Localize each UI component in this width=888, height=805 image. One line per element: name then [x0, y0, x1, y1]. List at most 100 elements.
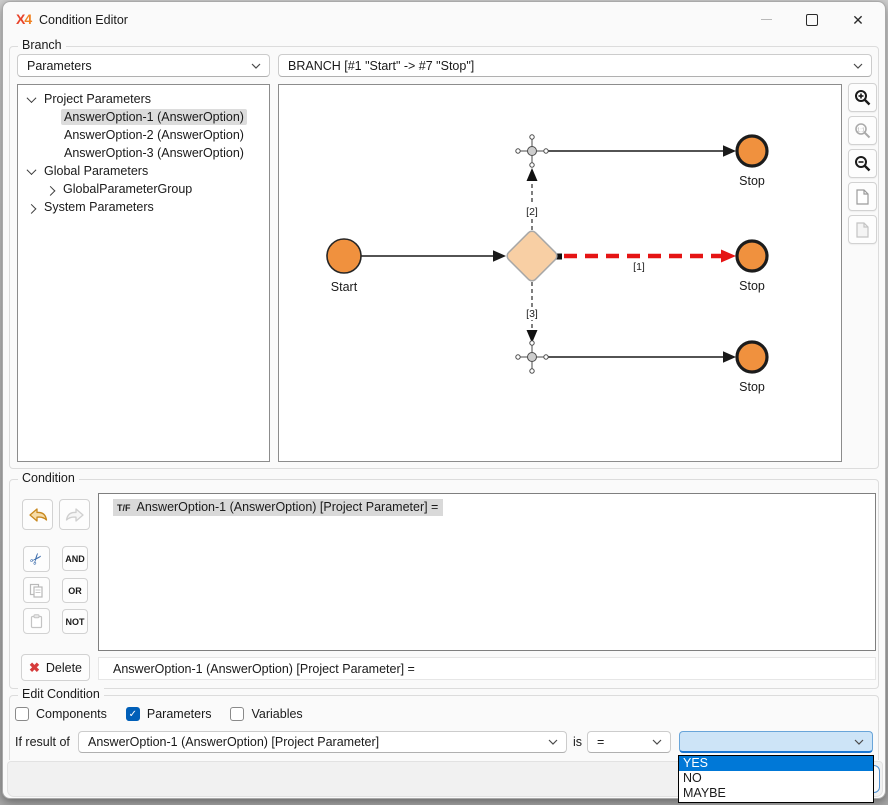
stop-node-mid[interactable]: [737, 241, 767, 271]
tree-item-global-parameters[interactable]: Global Parameters: [18, 162, 269, 180]
operator-value: =: [597, 735, 604, 749]
dropdown-option-yes[interactable]: YES: [679, 756, 873, 771]
close-button[interactable]: ✕: [835, 4, 881, 35]
variables-checkbox[interactable]: [230, 707, 244, 721]
maximize-icon: [806, 14, 818, 26]
chevron-expanded-icon: [27, 165, 37, 175]
tree-item-answeroption-3[interactable]: AnswerOption-3 (AnswerOption): [18, 144, 269, 162]
expression-value: AnswerOption-1 (AnswerOption) [Project P…: [88, 735, 379, 749]
tree-item-project-parameters[interactable]: Project Parameters: [18, 90, 269, 108]
zoom-1-1-button[interactable]: 1:1: [848, 116, 877, 145]
branch-select-value: BRANCH [#1 "Start" -> #7 "Stop"]: [288, 59, 474, 73]
close-icon: ✕: [852, 13, 864, 27]
page-icon: [855, 189, 870, 205]
cut-button[interactable]: ✂: [23, 546, 50, 572]
zoom-in-icon: [854, 89, 871, 106]
zoom-out-icon: [854, 155, 871, 172]
start-node-label: Start: [331, 280, 358, 294]
stop-mid-label: Stop: [739, 279, 765, 293]
chevron-down-icon: [854, 739, 864, 745]
dropdown-option-no[interactable]: NO: [679, 771, 873, 786]
minimize-button[interactable]: [743, 4, 789, 35]
page-icon: [855, 222, 870, 238]
fit-page-button[interactable]: [848, 182, 877, 211]
chevron-expanded-icon: [27, 93, 37, 103]
condition-list[interactable]: T/FAnswerOption-1 (AnswerOption) [Projec…: [98, 493, 876, 651]
condition-editor-window: X4 Condition Editor ✕ Branch Parameters …: [2, 1, 886, 799]
stop-node-bottom[interactable]: [737, 342, 767, 372]
expression-select[interactable]: AnswerOption-1 (AnswerOption) [Project P…: [78, 731, 567, 753]
tree-item-answeroption-1[interactable]: AnswerOption-1 (AnswerOption): [18, 108, 269, 126]
maximize-button[interactable]: [789, 4, 835, 35]
copy-button[interactable]: [23, 577, 50, 603]
condition-group: Condition ✂ AND OR NO: [9, 479, 879, 689]
diagram-zoom-toolbar: 1:1: [848, 83, 877, 244]
edge-2-label: [2]: [526, 206, 538, 218]
chevron-down-icon: [251, 63, 261, 69]
paste-icon: [30, 614, 43, 629]
branch-group: Branch Parameters BRANCH [#1 "Start" -> …: [9, 46, 879, 469]
parameters-checkbox-label: Parameters: [147, 707, 212, 721]
components-checkbox[interactable]: [15, 707, 29, 721]
parameter-mode-value: Parameters: [27, 59, 92, 73]
components-checkbox-label: Components: [36, 707, 107, 721]
page-preview-button[interactable]: [848, 215, 877, 244]
edge-3-label: [3]: [526, 308, 538, 320]
tree-item-answeroption-2[interactable]: AnswerOption-2 (AnswerOption): [18, 126, 269, 144]
and-button[interactable]: AND: [62, 546, 88, 571]
zoom-out-button[interactable]: [848, 149, 877, 178]
tree-item-globalparametergroup[interactable]: GlobalParameterGroup: [18, 180, 269, 198]
forward-arrow-icon: [65, 507, 85, 523]
zoom-in-button[interactable]: [848, 83, 877, 112]
delete-x-icon: ✖: [29, 660, 40, 676]
junction-node-bottom[interactable]: [516, 341, 548, 373]
value-select[interactable]: [679, 731, 873, 753]
dropdown-option-maybe[interactable]: MAYBE: [679, 786, 873, 801]
condition-group-label: Condition: [18, 471, 79, 485]
copy-icon: [29, 583, 44, 598]
scissors-icon: ✂: [26, 548, 48, 569]
arrowhead-up: [527, 168, 538, 181]
parameter-mode-select[interactable]: Parameters: [17, 54, 270, 77]
variables-checkbox-label: Variables: [251, 707, 302, 721]
condition-result-field: AnswerOption-1 (AnswerOption) [Project P…: [98, 657, 876, 680]
edit-condition-group: Edit Condition Components ✓ Parameters V…: [9, 695, 879, 760]
or-button[interactable]: OR: [62, 578, 88, 603]
svg-text:1:1: 1:1: [857, 127, 865, 133]
flow-diagram: [2] [3] [1]: [279, 85, 841, 461]
edit-condition-group-label: Edit Condition: [18, 687, 104, 701]
chevron-collapsed-icon: [46, 185, 56, 195]
not-button[interactable]: NOT: [62, 609, 88, 634]
arrowhead: [723, 145, 736, 157]
delete-condition-button[interactable]: ✖Delete: [21, 654, 90, 681]
truefalse-badge: T/F: [117, 503, 131, 513]
x4-logo-icon: X4: [16, 11, 31, 27]
insert-condition-button[interactable]: [22, 499, 53, 530]
stop-node-top[interactable]: [737, 136, 767, 166]
paste-button[interactable]: [23, 608, 50, 634]
minimize-icon: [761, 19, 772, 20]
start-node[interactable]: [327, 239, 361, 273]
branch-group-label: Branch: [18, 38, 66, 52]
edge-1-label: [1]: [633, 261, 645, 273]
value-dropdown-list: YES NO MAYBE: [678, 755, 874, 803]
chevron-down-icon: [853, 63, 863, 69]
stop-top-label: Stop: [739, 174, 765, 188]
apply-arrow-icon: [28, 507, 48, 523]
branch-diagram-canvas[interactable]: [2] [3] [1]: [278, 84, 842, 462]
window-title: Condition Editor: [39, 13, 128, 27]
chevron-collapsed-icon: [27, 203, 37, 213]
condition-list-item-selected[interactable]: T/FAnswerOption-1 (AnswerOption) [Projec…: [113, 499, 443, 516]
operator-select[interactable]: =: [587, 731, 671, 753]
arrowhead: [723, 351, 736, 363]
branch-select[interactable]: BRANCH [#1 "Start" -> #7 "Stop"]: [278, 54, 872, 77]
parameters-checkbox[interactable]: ✓: [126, 707, 140, 721]
zoom-1-1-icon: 1:1: [854, 122, 871, 139]
arrowhead-red: [721, 250, 736, 263]
junction-node-top[interactable]: [516, 135, 548, 167]
stop-bottom-label: Stop: [739, 380, 765, 394]
decision-node[interactable]: [505, 229, 559, 283]
forward-condition-button[interactable]: [59, 499, 90, 530]
if-result-of-label: If result of: [15, 735, 70, 749]
tree-item-system-parameters[interactable]: System Parameters: [18, 198, 269, 216]
